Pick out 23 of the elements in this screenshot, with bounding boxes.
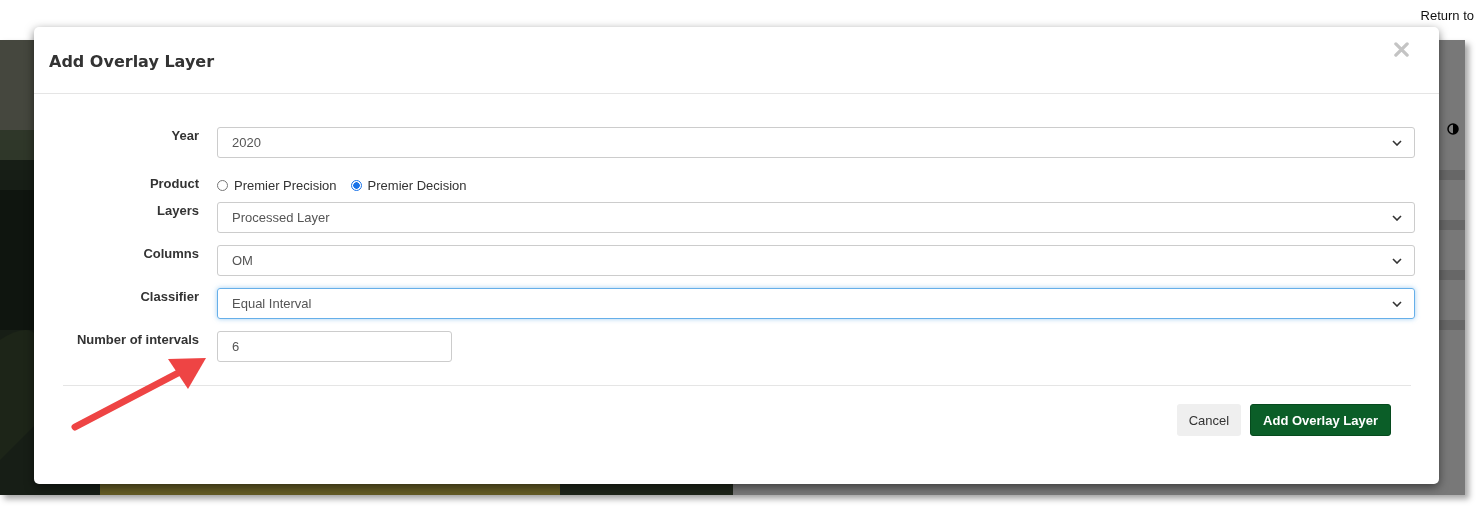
add-button[interactable]: Add Overlay Layer [1250,404,1391,436]
select-field[interactable]: Processed Layer [217,202,1415,233]
dialog-title: Add Overlay Layer [49,51,215,71]
field-label: Layers [156,202,199,218]
chevron-icon [1392,257,1402,264]
select-field[interactable]: Equal Interval [217,288,1415,319]
chevron-icon [1392,214,1402,221]
select-field[interactable]: 2020 [217,127,1415,158]
contrast-icon[interactable] [1447,123,1459,135]
field-label: Classifier [139,288,199,304]
radio-label[interactable]: Premier Precision [234,178,337,193]
radio-button[interactable] [350,180,362,191]
select-field[interactable]: OM [217,245,1415,276]
cancel-button[interactable]: Cancel [1176,404,1242,436]
field-label: Columns [142,245,199,261]
chevron-icon [1392,139,1402,146]
return-link[interactable]: Return to [1420,8,1474,23]
chevron-icon [1392,300,1402,307]
field-label: Product [148,175,199,191]
field-label: Number of intervals [75,331,199,347]
field-label: Year [170,127,199,143]
number-field[interactable]: 6 [217,331,452,362]
radio-label[interactable]: Premier Decision [367,178,467,193]
